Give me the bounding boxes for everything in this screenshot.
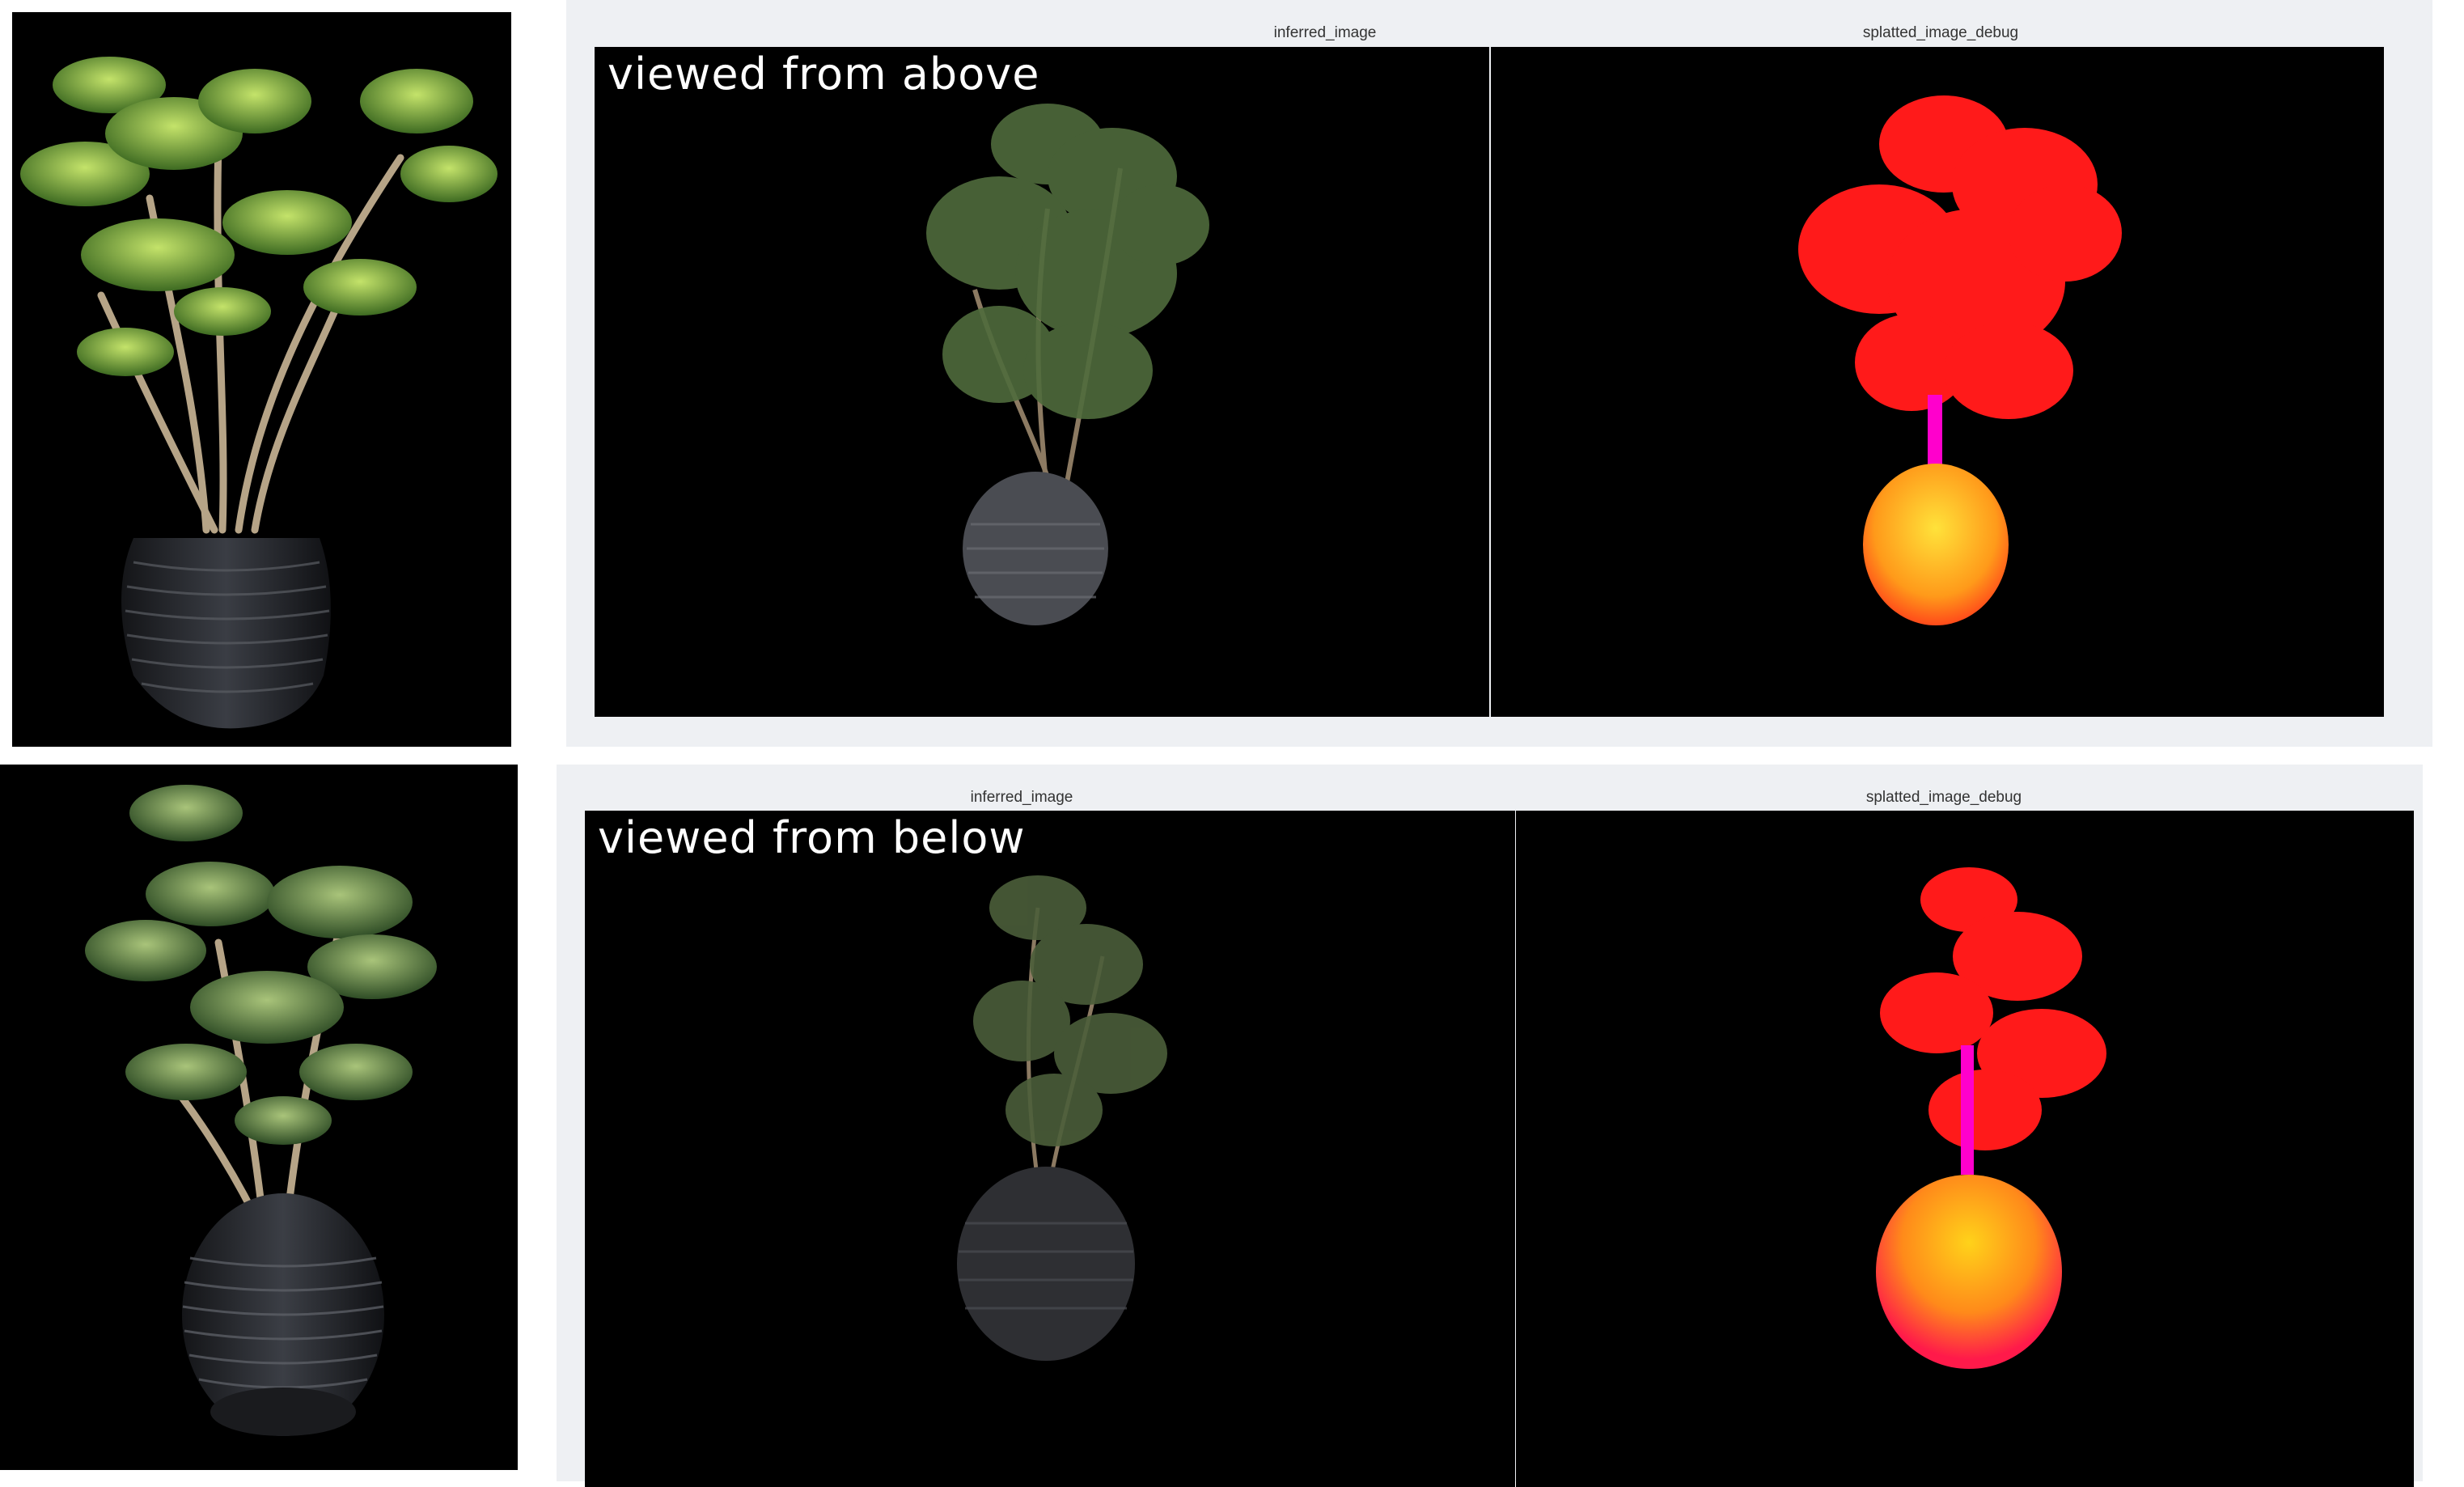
reference-plant-bottom-illustration (85, 785, 437, 1436)
splatted-plant-top-render (1798, 95, 2122, 625)
inferred-image-canvas-top: viewed from above (595, 47, 1489, 717)
inferred-plant-bottom-render (957, 875, 1167, 1361)
viewpoint-label-bottom: viewed from below (598, 812, 1026, 863)
reference-image-top (12, 12, 511, 747)
viewer-panel-top: inferred_image splatted_image_debug view… (566, 0, 2432, 747)
panel-title-inferred-bottom: inferred_image (970, 789, 1073, 806)
inferred-plant-top-render (926, 104, 1209, 625)
splatted-plant-bottom-render (1876, 867, 2106, 1369)
splatted-debug-canvas-top (1491, 47, 2384, 717)
viewer-panel-bottom: inferred_image splatted_image_debug view… (557, 765, 2423, 1487)
panel-title-splatted-top: splatted_image_debug (1862, 24, 2019, 41)
reference-plant-top-illustration (20, 57, 497, 729)
viewpoint-label-top: viewed from above (608, 49, 1040, 100)
reference-image-bottom (0, 765, 518, 1470)
inferred-image-canvas-bottom: viewed from below (585, 811, 1515, 1487)
splatted-debug-canvas-bottom (1516, 811, 2414, 1487)
panel-title-splatted-bottom: splatted_image_debug (1865, 789, 2022, 806)
